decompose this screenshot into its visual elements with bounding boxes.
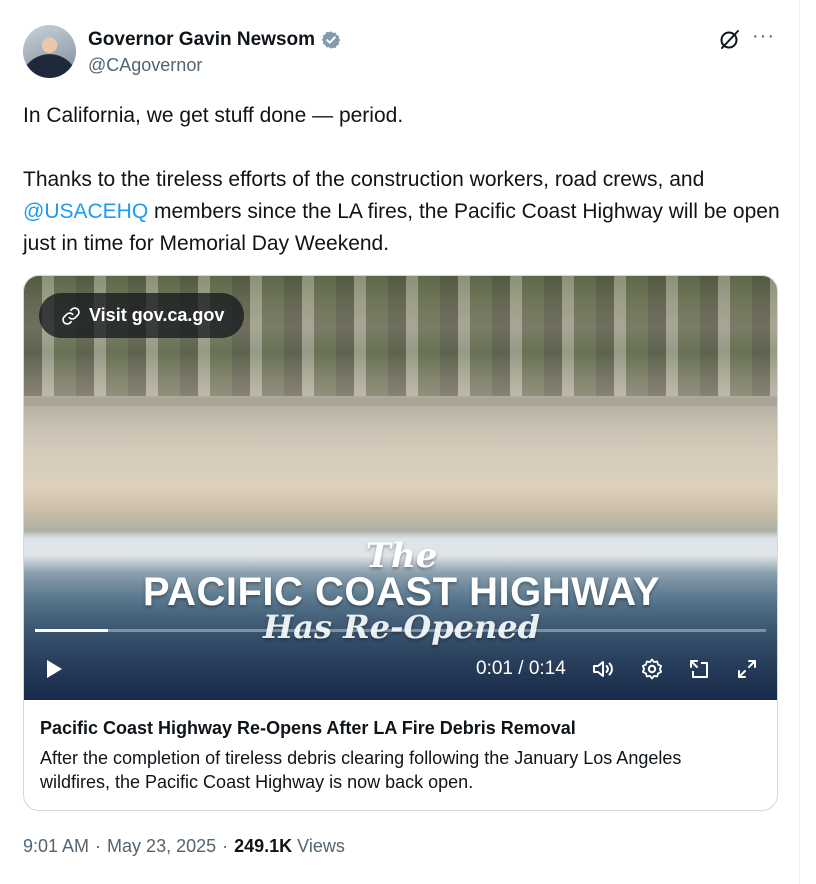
visit-website-button[interactable]: Visit gov.ca.gov <box>39 293 245 338</box>
video-overlay-subtitle: Has Re-Opened <box>263 608 540 646</box>
card-description: After the completion of tireless debris … <box>40 748 682 792</box>
meta-separator: · <box>95 836 102 856</box>
meta-separator: · <box>222 836 229 856</box>
volume-button[interactable] <box>591 657 615 681</box>
card-title[interactable]: Pacific Coast Highway Re-Opens After LA … <box>40 716 763 740</box>
tweet-text: In California, we get stuff done — perio… <box>23 100 783 260</box>
views-count: 249.1K <box>234 836 293 856</box>
picture-in-picture-button[interactable] <box>687 657 711 681</box>
mention-link[interactable]: @USACEHQ <box>23 200 148 223</box>
tweet-line-1: In California, we get stuff done — perio… <box>23 104 404 127</box>
tweet-text-part: Thanks to the tireless efforts of the co… <box>23 168 705 191</box>
settings-button[interactable] <box>640 657 664 681</box>
fullscreen-button[interactable] <box>735 657 759 681</box>
video-frame-road <box>24 398 777 406</box>
card-body[interactable]: Pacific Coast Highway Re-Opens After LA … <box>24 700 777 810</box>
column-divider <box>799 0 800 884</box>
author-handle[interactable]: @CAgovernor <box>88 55 202 76</box>
tweet-meta: 9:01 AM · May 23, 2025 · 249.1K Views <box>23 836 345 857</box>
video-player[interactable]: Visit gov.ca.gov The PACIFIC COAST HIGHW… <box>24 276 777 700</box>
video-timecode: 0:01 / 0:14 <box>476 658 566 679</box>
visit-website-label: Visit gov.ca.gov <box>89 305 225 325</box>
dock-icon <box>690 660 708 678</box>
grok-icon[interactable] <box>718 27 742 51</box>
tweet-time[interactable]: 9:01 AM <box>23 836 89 857</box>
author-name-row: Governor Gavin Newsom <box>88 29 341 51</box>
video-progress-fill <box>35 629 109 632</box>
verified-badge-icon <box>321 31 341 49</box>
author-avatar[interactable] <box>23 25 76 78</box>
link-icon <box>62 306 80 325</box>
tweet-line-2: Thanks to the tireless efforts of the co… <box>23 164 783 260</box>
views-label: Views <box>297 836 345 856</box>
media-card[interactable]: Visit gov.ca.gov The PACIFIC COAST HIGHW… <box>23 275 778 811</box>
gear-icon <box>642 658 662 680</box>
volume-icon <box>593 661 613 677</box>
play-icon[interactable] <box>42 657 66 681</box>
author-display-name[interactable]: Governor Gavin Newsom <box>88 29 315 51</box>
expand-icon <box>738 660 756 678</box>
more-options-icon[interactable]: ··· <box>752 25 775 48</box>
tweet-date[interactable]: May 23, 2025 <box>107 836 216 857</box>
video-progress-bar[interactable] <box>35 629 766 632</box>
